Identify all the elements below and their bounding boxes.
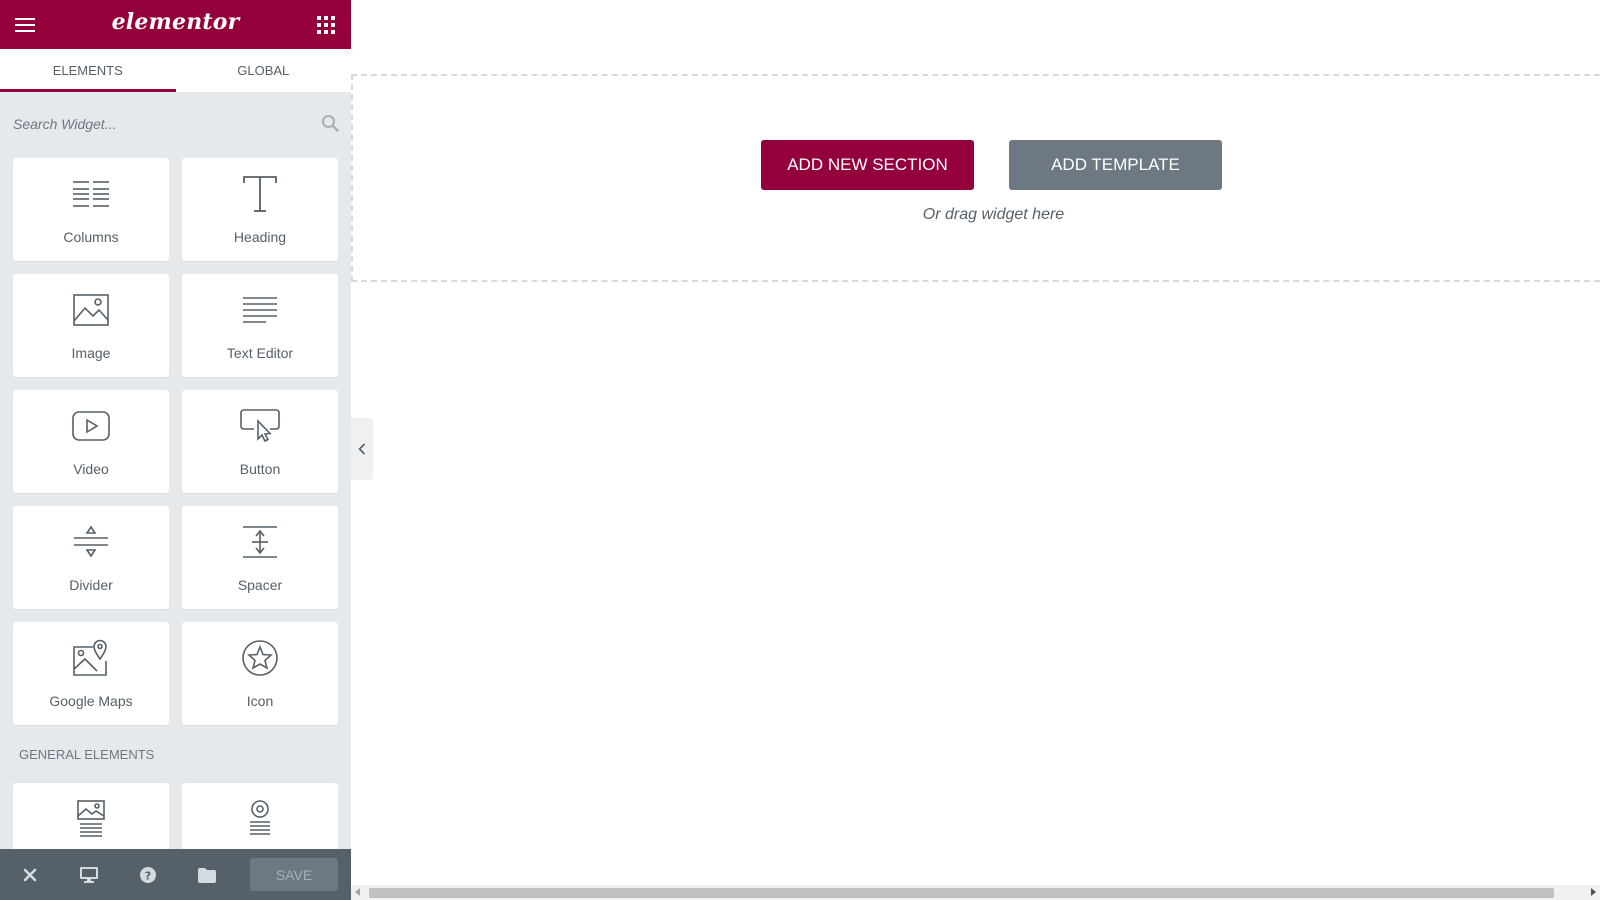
panel-tabs: ELEMENTS GLOBAL [0,49,351,92]
add-section-dropzone[interactable] [351,74,1600,282]
widget-spacer[interactable]: Spacer [182,506,338,609]
help-icon[interactable]: ? [135,862,161,888]
search-input[interactable] [13,109,303,139]
widget-label: Video [73,461,109,477]
add-template-button[interactable]: ADD TEMPLATE [1009,140,1222,190]
divider-icon [13,522,169,562]
columns-icon [13,174,169,214]
tab-global[interactable]: GLOBAL [176,49,352,92]
basic-widgets-grid: Columns Heading Image Text Editor Video … [13,158,338,725]
button-icon [182,406,338,446]
widget-button[interactable]: Button [182,390,338,493]
panel-footer: ? SAVE [0,849,351,900]
folder-icon[interactable] [194,862,220,888]
scroll-left-icon[interactable] [355,888,360,896]
search-icon[interactable] [321,114,339,132]
widget-label: Divider [69,577,113,593]
svg-text:?: ? [145,870,151,883]
widget-label: Button [239,461,281,477]
widget-text-editor[interactable]: Text Editor [182,274,338,377]
widget-label: Heading [233,229,287,245]
widget-label: Google Maps [49,693,133,709]
widget-google-maps[interactable]: Google Maps [13,622,169,725]
save-button[interactable]: SAVE [250,858,338,891]
general-elements-title: GENERAL ELEMENTS [19,747,155,762]
widget-video[interactable]: Video [13,390,169,493]
widget-search [0,105,351,145]
icon-box-icon [182,799,338,839]
collapse-panel-toggle[interactable] [351,418,373,480]
panel-header: elementor [0,0,351,49]
drag-widget-hint: Or drag widget here [922,206,1065,223]
widget-label: Spacer [237,577,283,593]
widget-divider[interactable]: Divider [13,506,169,609]
image-box-icon [13,799,169,839]
video-icon [13,406,169,446]
responsive-mode-icon[interactable] [76,862,102,888]
widget-label: Icon [246,693,274,709]
google-maps-icon [13,638,169,678]
widget-label: Columns [63,229,119,245]
scrollbar-thumb[interactable] [369,888,1554,898]
widget-heading[interactable]: Heading [182,158,338,261]
star-icon [182,638,338,678]
add-new-section-button[interactable]: ADD NEW SECTION [761,140,974,190]
widget-icon[interactable]: Icon [182,622,338,725]
widget-columns[interactable]: Columns [13,158,169,261]
text-editor-icon [182,290,338,330]
horizontal-scrollbar[interactable] [351,885,1600,900]
heading-icon [182,174,338,214]
elementor-logo: elementor [111,9,240,35]
widget-label: Text Editor [226,345,294,361]
editor-panel: elementor ELEMENTS GLOBAL Columns [0,0,351,900]
spacer-icon [182,522,338,562]
widget-image[interactable]: Image [13,274,169,377]
chevron-left-icon [358,443,366,455]
image-icon [13,290,169,330]
grid-icon[interactable] [313,12,339,38]
scroll-right-icon[interactable] [1591,888,1596,896]
widget-label: Image [71,345,111,361]
close-icon[interactable] [17,862,43,888]
tab-elements[interactable]: ELEMENTS [0,49,176,92]
